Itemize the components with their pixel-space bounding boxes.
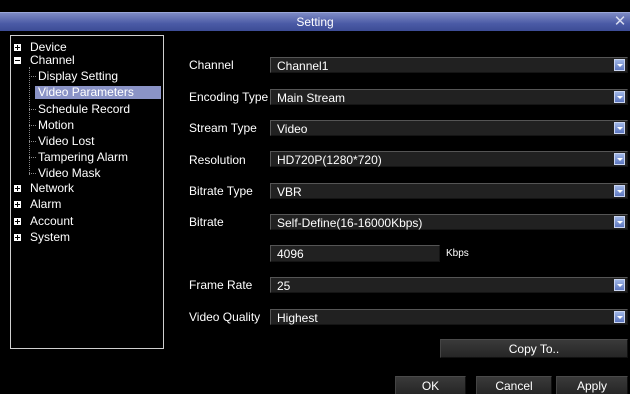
tree-item-video-lost[interactable]: Video Lost bbox=[11, 135, 161, 148]
tree-item-video-parameters[interactable]: Video Parameters bbox=[35, 86, 161, 99]
tree-item-account[interactable]: Account bbox=[11, 215, 161, 228]
tree-item-network[interactable]: Network bbox=[11, 182, 161, 195]
window-title: Setting bbox=[296, 15, 334, 29]
encoding-type-label: Encoding Type bbox=[189, 90, 269, 104]
frame-rate-value: 25 bbox=[277, 279, 291, 293]
expand-plus-icon[interactable] bbox=[14, 185, 21, 192]
encoding-type-select[interactable]: Main Stream bbox=[270, 89, 628, 105]
collapse-minus-icon[interactable] bbox=[14, 57, 21, 64]
ok-button[interactable]: OK bbox=[395, 376, 466, 394]
tree-item-label: Video Mask bbox=[38, 166, 101, 180]
tree-item-label: Video Parameters bbox=[38, 85, 134, 99]
copy-to-button[interactable]: Copy To.. bbox=[440, 339, 628, 358]
chevron-down-icon[interactable] bbox=[614, 279, 625, 291]
expand-plus-icon[interactable] bbox=[14, 234, 21, 241]
chevron-down-icon[interactable] bbox=[614, 153, 625, 165]
frame-rate-label: Frame Rate bbox=[189, 278, 253, 292]
tree-item-system[interactable]: System bbox=[11, 231, 161, 244]
tree-item-label: Motion bbox=[38, 118, 75, 132]
tree-item-display-setting[interactable]: Display Setting bbox=[11, 70, 161, 83]
apply-button[interactable]: Apply bbox=[556, 376, 628, 394]
tree-item-video-mask[interactable]: Video Mask bbox=[11, 167, 161, 180]
bitrate-select[interactable]: Self-Define(16-16000Kbps) bbox=[270, 214, 628, 230]
chevron-down-icon[interactable] bbox=[614, 122, 625, 134]
tree-item-label: System bbox=[30, 230, 71, 244]
title-bar[interactable]: Setting ✕ bbox=[0, 12, 630, 31]
expand-plus-icon[interactable] bbox=[14, 201, 21, 208]
tree-connector bbox=[29, 157, 36, 158]
chevron-down-icon[interactable] bbox=[614, 59, 625, 71]
expand-plus-icon[interactable] bbox=[14, 218, 21, 225]
stream-type-select[interactable]: Video bbox=[270, 120, 628, 136]
resolution-label: Resolution bbox=[189, 153, 246, 167]
tree-item-label: Schedule Record bbox=[38, 102, 131, 116]
tree-item-label: Network bbox=[30, 181, 75, 195]
channel-label: Channel bbox=[189, 58, 234, 72]
cancel-button[interactable]: Cancel bbox=[476, 376, 552, 394]
close-icon[interactable]: ✕ bbox=[612, 13, 628, 31]
tree-item-label: Display Setting bbox=[38, 69, 119, 83]
tree-connector bbox=[29, 109, 36, 110]
expand-plus-icon[interactable] bbox=[14, 44, 21, 51]
bitrate-label: Bitrate bbox=[189, 215, 224, 229]
tree-connector bbox=[29, 76, 36, 77]
resolution-select[interactable]: HD720P(1280*720) bbox=[270, 151, 628, 167]
channel-select[interactable]: Channel1 bbox=[270, 57, 628, 73]
bitrate-value: Self-Define(16-16000Kbps) bbox=[277, 216, 423, 230]
tree-item-label: Channel bbox=[30, 53, 75, 67]
bitrate-unit-label: Kbps bbox=[446, 248, 469, 259]
tree-item-schedule-record[interactable]: Schedule Record bbox=[11, 103, 161, 116]
tree-item-label: Video Lost bbox=[38, 134, 95, 148]
bitrate-custom-input[interactable] bbox=[270, 245, 440, 262]
video-quality-value: Highest bbox=[277, 311, 318, 325]
bitrate-type-value: VBR bbox=[277, 185, 302, 199]
tree-item-motion[interactable]: Motion bbox=[11, 119, 161, 132]
tree-item-alarm[interactable]: Alarm bbox=[11, 198, 161, 211]
tree-item-label: Account bbox=[30, 214, 74, 228]
tree-item-channel[interactable]: Channel bbox=[11, 54, 161, 67]
chevron-down-icon[interactable] bbox=[614, 185, 625, 197]
settings-tree: Device Channel Display Setting Video Par… bbox=[10, 35, 164, 349]
video-quality-select[interactable]: Highest bbox=[270, 309, 628, 325]
frame-rate-select[interactable]: 25 bbox=[270, 277, 628, 293]
channel-value: Channel1 bbox=[277, 59, 329, 73]
stream-type-label: Stream Type bbox=[189, 121, 257, 135]
video-quality-label: Video Quality bbox=[189, 310, 261, 324]
settings-window: Setting ✕ Device Channel Display Setting… bbox=[0, 0, 630, 394]
tree-connector bbox=[29, 173, 36, 174]
resolution-value: HD720P(1280*720) bbox=[277, 153, 382, 167]
tree-connector bbox=[29, 125, 36, 126]
encoding-type-value: Main Stream bbox=[277, 91, 346, 105]
bitrate-type-select[interactable]: VBR bbox=[270, 183, 628, 199]
chevron-down-icon[interactable] bbox=[614, 216, 625, 228]
tree-connector bbox=[29, 141, 36, 142]
tree-item-label: Tampering Alarm bbox=[38, 150, 129, 164]
chevron-down-icon[interactable] bbox=[614, 91, 625, 103]
tree-item-tampering-alarm[interactable]: Tampering Alarm bbox=[11, 151, 161, 164]
chevron-down-icon[interactable] bbox=[614, 311, 625, 323]
bitrate-type-label: Bitrate Type bbox=[189, 184, 253, 198]
stream-type-value: Video bbox=[277, 122, 308, 136]
tree-item-label: Alarm bbox=[30, 197, 62, 211]
